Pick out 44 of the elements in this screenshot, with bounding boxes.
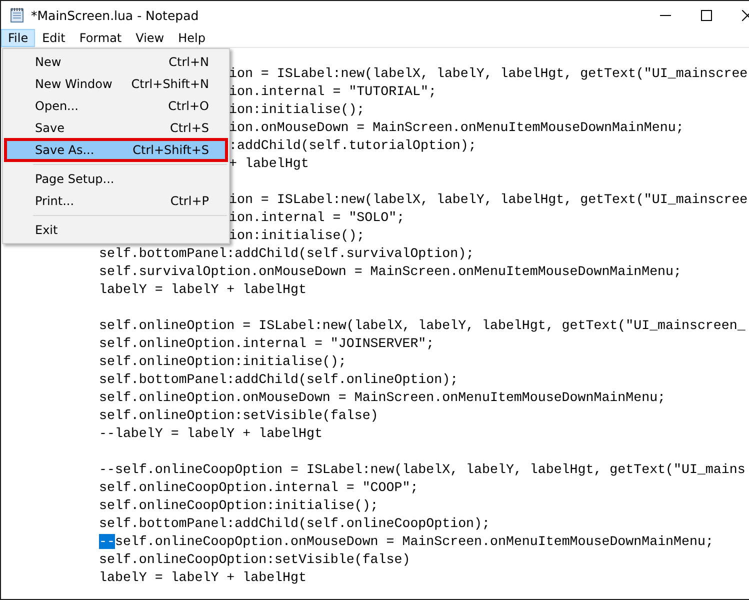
menu-item[interactable]: Edit	[35, 29, 72, 47]
selected-text: --	[99, 534, 115, 549]
code-line: self.onlineOption:initialise();	[99, 354, 346, 369]
minimize-icon[interactable]	[660, 14, 671, 16]
code-line: + labelHgt	[229, 156, 309, 171]
notepad-icon	[9, 7, 25, 23]
menu-option[interactable]: Exit	[5, 219, 227, 241]
menu-item[interactable]: Help	[171, 29, 212, 47]
code-line: ion.internal = "SOLO";	[229, 210, 405, 225]
menu-option[interactable]: Save Ctrl+S	[5, 117, 227, 139]
code-line: self.onlineOption:setVisible(false)	[99, 408, 378, 423]
menu-item[interactable]: File	[1, 29, 36, 47]
code-line: ion.onMouseDown = MainScreen.onMenuItemMouseDownMainMenu;	[229, 120, 684, 135]
code-line: ion.internal = "TUTORIAL";	[229, 84, 436, 99]
menu-item[interactable]: Format	[72, 29, 129, 47]
menu-item[interactable]: View	[128, 29, 172, 47]
code-line: self.onlineOption = ISLabel:new(labelX, labelY, labelHgt, getText("UI_mainscreen_	[99, 318, 746, 333]
code-line: self.survivalOption.onMouseDown = MainScreen.onMenuItemMouseDownMainMenu;	[99, 264, 682, 279]
code-line: labelY = labelY + labelHgt	[99, 570, 306, 585]
code-line: self.onlineOption.onMouseDown = MainScreen.onMenuItemMouseDownMainMenu;	[99, 390, 666, 405]
menu-option[interactable]: Open... Ctrl+O	[5, 95, 227, 117]
maximize-icon[interactable]	[701, 10, 712, 20]
menu-option[interactable]: Save As... Ctrl+Shift+S	[5, 139, 227, 161]
code-line: self.onlineCoopOption.onMouseDown = MainScreen.onMenuItemMouseDownMainMenu;	[114, 534, 714, 549]
code-line: labelY = labelY + labelHgt	[99, 282, 306, 297]
code-line: --self.onlineCoopOption = ISLabel:new(labelX, labelY, labelHgt, getText("UI_mains	[99, 462, 746, 477]
window-title: *MainScreen.lua - Notepad	[31, 8, 200, 22]
code-line: self.bottomPanel:addChild(self.survivalOption);	[99, 246, 474, 261]
code-line: self.onlineCoopOption.internal = "COOP";	[99, 480, 418, 495]
code-line: ion:initialise();	[229, 102, 365, 117]
code-line: :addChild(self.tutorialOption);	[229, 138, 476, 153]
code-line: self.bottomPanel:addChild(self.onlineOption);	[99, 372, 458, 387]
code-line: self.onlineOption.internal = "JOINSERVER";	[99, 336, 434, 351]
code-line: ion:initialise();	[229, 228, 365, 243]
menu-option[interactable]: Page Setup...	[5, 168, 227, 190]
code-line: self.bottomPanel:addChild(self.onlineCoopOption);	[99, 516, 490, 531]
code-line: self.onlineCoopOption:setVisible(false)	[99, 552, 410, 567]
menu-option[interactable]: New Window Ctrl+Shift+N	[5, 73, 227, 95]
code-line: --labelY = labelY + labelHgt	[99, 426, 322, 441]
code-line: ion = ISLabel:new(labelX, labelY, labelHgt, getText("UI_mainscree	[229, 66, 748, 81]
menu-option[interactable]: New Ctrl+N	[5, 51, 227, 73]
code-line: self.onlineCoopOption:initialise();	[99, 498, 378, 513]
menu-option[interactable]: Print... Ctrl+P	[5, 190, 227, 212]
code-line: ion = ISLabel:new(labelX, labelY, labelHgt, getText("UI_mainscree	[229, 192, 748, 207]
